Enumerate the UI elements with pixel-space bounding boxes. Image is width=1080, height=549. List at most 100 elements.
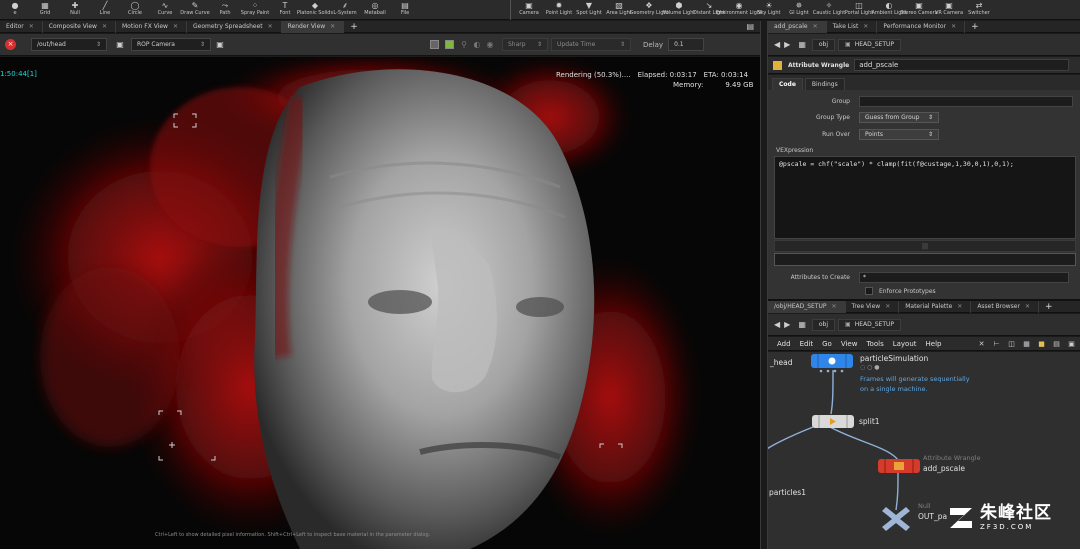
close-icon[interactable]: ✕ <box>102 23 107 30</box>
shelf-tool-grid[interactable]: ▦ Grid <box>30 0 60 20</box>
back-arrow-icon[interactable]: ◀ <box>774 320 780 329</box>
snapshot-icon[interactable] <box>430 40 439 49</box>
shelf-tool-volume-light[interactable]: ⬢ Volume Light <box>663 0 696 20</box>
shelf-tool-circle[interactable]: ◯ Circle <box>120 0 150 20</box>
add-tab-icon[interactable]: + <box>1039 302 1059 312</box>
enforce-prototypes-checkbox[interactable] <box>865 287 873 295</box>
tab-asset-browser[interactable]: Asset Browser ✕ <box>971 300 1039 313</box>
editor-resize-handle[interactable]: ||| <box>774 240 1076 252</box>
shelf-tool-font[interactable]: T Font <box>270 0 300 20</box>
grid-icon[interactable]: ▦ <box>1022 339 1031 348</box>
menu-tools[interactable]: Tools <box>866 340 883 348</box>
tab-tree-view[interactable]: Tree View ✕ <box>846 300 900 313</box>
breadcrumb-obj[interactable]: obj <box>811 38 836 51</box>
breadcrumb-head-setup[interactable]: ▣ HEAD_SETUP <box>838 38 902 51</box>
render-viewport[interactable]: 1:50:44[1] Rendering (50.3%).... Elapsed… <box>0 57 760 549</box>
close-icon[interactable]: ✕ <box>330 23 335 30</box>
tab-material-palette[interactable]: Material Palette ✕ <box>899 300 972 313</box>
shelf-tool-curve[interactable]: ∿ Curve <box>150 0 180 20</box>
vexpression-editor[interactable]: @pscale = chf("scale") * clamp(fit(f@cus… <box>774 156 1076 239</box>
tab-editor[interactable]: Editor ✕ <box>0 20 43 33</box>
close-icon[interactable]: ✕ <box>1025 303 1030 310</box>
shelf-tool-sky-light[interactable]: ☀ Sky Light <box>754 0 784 20</box>
preview-icon[interactable]: ◐ <box>472 40 482 50</box>
tab-motion-fx-view[interactable]: Motion FX View ✕ <box>116 20 187 33</box>
breadcrumb-head-setup[interactable]: ▣ HEAD_SETUP <box>838 318 902 331</box>
close-icon[interactable]: ✕ <box>29 23 34 30</box>
shelf-tool-file[interactable]: ▤ File <box>390 0 420 20</box>
render-region-toggle-icon[interactable]: ◉ <box>485 40 495 50</box>
shelf-tool-camera[interactable]: ▣ Camera <box>514 0 544 20</box>
node-split1[interactable] <box>812 415 854 428</box>
snap-icon[interactable]: ◫ <box>1007 339 1016 348</box>
tab-obj-head-setup[interactable]: /obj/HEAD_SETUP ✕ <box>768 300 846 313</box>
close-icon[interactable]: ✕ <box>268 23 273 30</box>
shelf-tool-metaball[interactable]: ◎ Metaball <box>360 0 390 20</box>
shelf-tool-caustic-light[interactable]: ✧ Caustic Light <box>813 0 846 20</box>
wrench-icon[interactable]: ✕ <box>977 339 986 348</box>
menu-go[interactable]: Go <box>822 340 832 348</box>
close-icon[interactable]: ✕ <box>951 23 956 30</box>
tab-performance-monitor[interactable]: Performance Monitor ✕ <box>877 20 966 33</box>
shelf-tool-portal-light[interactable]: ◫ Portal Light <box>844 0 874 20</box>
list-icon[interactable]: ▤ <box>1052 339 1061 348</box>
color-correct-icon[interactable] <box>445 40 454 49</box>
close-icon[interactable]: ✕ <box>885 303 890 310</box>
shelf-tool-gi-light[interactable]: ✵ GI Light <box>784 0 814 20</box>
group-type-menu[interactable]: Guess from Group ⇕ <box>859 112 939 123</box>
menu-layout[interactable]: Layout <box>893 340 917 348</box>
shelf-tool-vr-camera[interactable]: ▣ VR Camera <box>934 0 964 20</box>
network-icon[interactable]: ▦ <box>798 40 806 49</box>
delay-field[interactable]: 0.1 <box>668 38 705 51</box>
breadcrumb-obj[interactable]: obj <box>811 318 836 331</box>
shelf-tool-path[interactable]: ⤳ Path <box>210 0 240 20</box>
menu-help[interactable]: Help <box>926 340 942 348</box>
close-icon[interactable]: ✕ <box>813 23 818 30</box>
node-add-pscale[interactable] <box>878 459 920 473</box>
update-time-menu[interactable]: Update Time ⇕ <box>551 38 631 51</box>
stop-render-button[interactable]: × <box>5 39 16 50</box>
forward-arrow-icon[interactable]: ▶ <box>784 40 790 49</box>
shelf-tool-draw-curve[interactable]: ✎ Draw Curve <box>180 0 210 20</box>
shelf-tool-stereo-camera[interactable]: ▣ Stereo Camera <box>900 0 938 20</box>
shelf-tool-l-system[interactable]: ⸙ L-System <box>330 0 360 20</box>
camera-field[interactable]: ROP Camera ⇕ <box>131 38 211 51</box>
node-out-particles[interactable] <box>882 507 910 531</box>
tab-code[interactable]: Code <box>772 78 803 90</box>
menu-edit[interactable]: Edit <box>800 340 814 348</box>
tab-geometry-spreadsheet[interactable]: Geometry Spreadsheet ✕ <box>187 20 282 33</box>
pane-splitter[interactable] <box>760 21 768 549</box>
sharp-menu[interactable]: Sharp ⇕ <box>502 38 548 51</box>
attributes-field[interactable]: * <box>859 272 1069 283</box>
network-icon[interactable]: ▦ <box>798 320 806 329</box>
close-icon[interactable]: ✕ <box>173 23 178 30</box>
tab-composite-view[interactable]: Composite View ✕ <box>43 20 116 33</box>
run-over-menu[interactable]: Points ⇕ <box>859 129 939 140</box>
add-tab-icon[interactable]: + <box>344 22 364 32</box>
camera-lock-icon[interactable]: ▣ <box>215 40 225 50</box>
menu-view[interactable]: View <box>841 340 858 348</box>
tab-bindings[interactable]: Bindings <box>804 78 845 90</box>
shelf-tool-sphere[interactable]: ● e <box>0 0 30 20</box>
tab-take-list[interactable]: Take List ✕ <box>827 20 878 33</box>
shelf-tool-null[interactable]: ✚ Null <box>60 0 90 20</box>
tab-render-view[interactable]: Render View ✕ <box>281 20 345 33</box>
forward-arrow-icon[interactable]: ▶ <box>784 320 790 329</box>
render-region-icon[interactable]: ▣ <box>115 40 125 50</box>
add-tab-icon[interactable]: + <box>965 22 985 32</box>
menu-add[interactable]: Add <box>777 340 791 348</box>
group-field[interactable] <box>859 96 1073 107</box>
back-arrow-icon[interactable]: ◀ <box>774 40 780 49</box>
shelf-tool-switcher[interactable]: ⇄ Switcher <box>964 0 994 20</box>
close-icon[interactable]: ✕ <box>957 303 962 310</box>
shelf-tool-spray-paint[interactable]: ⁘ Spray Paint <box>240 0 270 20</box>
shelf-tool-line[interactable]: ╱ Line <box>90 0 120 20</box>
tree-icon[interactable]: ⊢ <box>992 339 1001 348</box>
shelf-tool-environment-light[interactable]: ◉ Environment Light <box>716 0 762 20</box>
editor-scrollbar[interactable] <box>774 253 1076 266</box>
tab-add-pscale[interactable]: add_pscale ✕ <box>768 20 827 33</box>
output-driver-field[interactable]: /out/head ⇕ <box>31 38 107 51</box>
shelf-tool-platonic-solids[interactable]: ◆ Platonic Solids <box>297 0 333 20</box>
shelf-tool-point-light[interactable]: ✹ Point Light <box>544 0 574 20</box>
close-icon[interactable]: ✕ <box>832 303 837 310</box>
